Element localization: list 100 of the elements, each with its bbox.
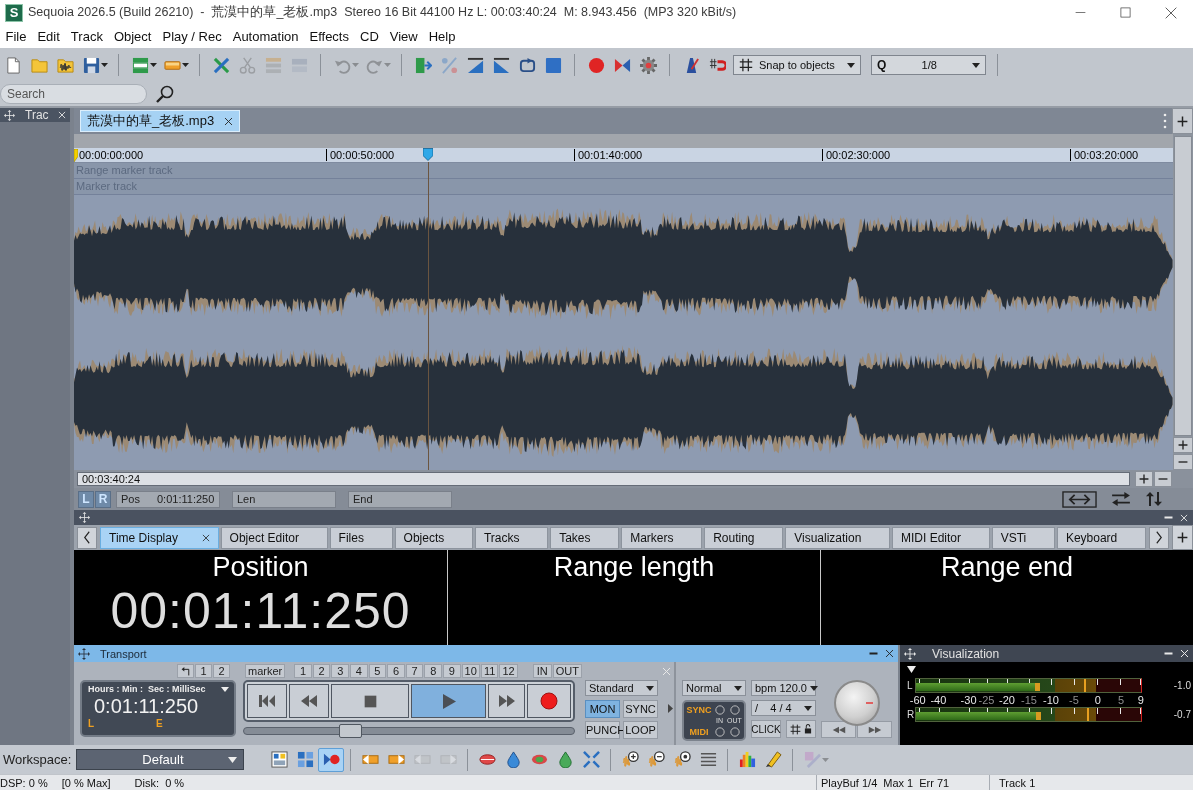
caret-icon[interactable]	[182, 63, 189, 67]
number-key[interactable]: 11	[480, 664, 499, 678]
panel-tab[interactable]: Tracks	[474, 526, 549, 549]
scroll-right-button[interactable]	[1149, 526, 1169, 549]
panel-tab[interactable]: Objects	[394, 526, 473, 549]
menu-item[interactable]: View	[384, 27, 424, 46]
menu-item[interactable]: Track	[65, 27, 109, 46]
slider-thumb[interactable]	[339, 724, 363, 738]
panel-tab[interactable]: VSTi	[991, 526, 1055, 549]
add-panel-button[interactable]	[1172, 525, 1193, 550]
menu-item[interactable]: CD	[354, 27, 385, 46]
position-field[interactable]: Len	[232, 490, 336, 508]
fast-forward-button[interactable]	[488, 684, 525, 718]
number-key[interactable]: 4	[350, 664, 368, 678]
menu-item[interactable]: File	[0, 27, 32, 46]
workspace-dropdown[interactable]: Default	[76, 749, 245, 770]
position-slider[interactable]	[243, 727, 575, 735]
playhead-marker-icon[interactable]	[422, 148, 433, 161]
vertical-arrows-icon[interactable]	[1145, 491, 1163, 507]
quantize-dropdown[interactable]: Q 1/8	[871, 55, 986, 75]
number-key[interactable]: 3	[331, 664, 349, 678]
rewind-button[interactable]	[821, 721, 856, 738]
caret-icon	[847, 62, 855, 68]
panel-tab[interactable]: Keyboard	[1056, 526, 1146, 549]
rewind-button[interactable]	[289, 684, 329, 718]
jog-knob[interactable]	[834, 680, 880, 726]
grid-lock-button[interactable]	[786, 720, 816, 738]
horizontal-arrows-icon[interactable]	[1111, 491, 1131, 507]
close-icon[interactable]	[885, 649, 894, 658]
caret-icon[interactable]	[907, 666, 916, 673]
number-key[interactable]: 6	[387, 664, 405, 678]
peak-reading: -0.7	[1172, 709, 1192, 720]
io-key[interactable]: OUT	[552, 664, 582, 678]
close-icon[interactable]	[201, 533, 210, 542]
menu-item[interactable]: Object	[108, 27, 157, 46]
lock-icon	[804, 724, 812, 734]
move-icon[interactable]	[78, 647, 90, 660]
menu-item[interactable]: Effects	[304, 27, 355, 46]
panel-tab[interactable]: MIDI Editor	[892, 526, 990, 549]
search-icon[interactable]	[156, 85, 174, 103]
mode-dropdown[interactable]: Standard	[585, 680, 658, 696]
menu-item[interactable]: Edit	[31, 27, 66, 46]
fit-view-icon[interactable]	[1062, 490, 1097, 508]
search-field[interactable]: Search	[0, 84, 147, 104]
number-key[interactable]: 10	[461, 664, 480, 678]
document-tab[interactable]: 荒漠中的草_老板.mp3	[80, 110, 241, 132]
number-key[interactable]: 1	[294, 664, 312, 678]
bpm-dropdown[interactable]: bpm 120.0	[751, 680, 816, 696]
panel-tab[interactable]: Visualization	[785, 526, 890, 549]
maximize-icon	[1120, 7, 1131, 18]
menu-item[interactable]: Play / Rec	[156, 27, 228, 46]
snap-dropdown[interactable]: Snap to objects	[733, 55, 861, 75]
caret-icon[interactable]	[150, 63, 157, 67]
stop-button[interactable]	[331, 684, 409, 718]
close-icon[interactable]	[224, 116, 234, 126]
add-tab-button[interactable]	[1172, 108, 1193, 134]
scroll-left-button[interactable]	[77, 526, 97, 549]
record-button[interactable]	[527, 684, 571, 718]
toggle-button[interactable]: SYNC	[623, 700, 658, 718]
signature-dropdown[interactable]: / 4 / 4	[751, 700, 816, 716]
caret-icon[interactable]	[101, 63, 108, 67]
skip-start-button[interactable]	[247, 684, 287, 718]
menu-item[interactable]: Automation	[227, 27, 304, 46]
panel-tab[interactable]: Routing	[704, 526, 784, 549]
marker-key[interactable]: marker	[245, 664, 286, 678]
plus-button[interactable]	[1173, 437, 1193, 453]
caret-icon[interactable]	[221, 686, 229, 692]
play-button[interactable]	[411, 684, 486, 718]
io-key[interactable]: IN	[532, 664, 552, 678]
minus-button[interactable]	[1154, 471, 1172, 487]
position-field[interactable]: Pos 0:01:11:250	[116, 490, 220, 508]
play-mode-dropdown[interactable]: Normal	[682, 680, 746, 696]
overview-scrollbar[interactable]: 00:03:40:24	[77, 472, 1130, 486]
expand-arrow-icon[interactable]	[668, 704, 673, 713]
panel-tab[interactable]: Time Display	[100, 526, 219, 549]
click-button[interactable]: CLICK	[751, 720, 781, 738]
fast-forward-button[interactable]	[857, 721, 892, 738]
number-key[interactable]: 1	[195, 664, 212, 678]
return-key[interactable]	[177, 664, 194, 678]
number-key[interactable]: 2	[213, 664, 230, 678]
number-key[interactable]: 9	[443, 664, 461, 678]
menu-item[interactable]: Help	[423, 27, 461, 46]
minus-button[interactable]	[1173, 454, 1193, 470]
toggle-button[interactable]: MON	[585, 700, 620, 718]
fast-forward-icon	[867, 724, 882, 735]
vertical-scrollbar[interactable]	[1174, 136, 1192, 436]
play-record-button[interactable]	[318, 747, 345, 772]
panel-tab[interactable]: Takes	[550, 526, 620, 549]
plus-button[interactable]	[1135, 471, 1153, 487]
panel-tab[interactable]: Markers	[621, 526, 703, 549]
chevron-left-icon	[82, 531, 92, 544]
number-key[interactable]: 2	[312, 664, 331, 678]
panel-tab[interactable]: Files	[329, 526, 393, 549]
number-key[interactable]: 12	[499, 664, 518, 678]
number-key[interactable]: 8	[424, 664, 442, 678]
toggle-button[interactable]: LOOP	[623, 721, 658, 739]
position-field[interactable]: End	[348, 490, 452, 508]
panel-tab[interactable]: Object Editor	[220, 526, 328, 549]
number-key[interactable]: 5	[368, 664, 387, 678]
number-key[interactable]: 7	[405, 664, 424, 678]
